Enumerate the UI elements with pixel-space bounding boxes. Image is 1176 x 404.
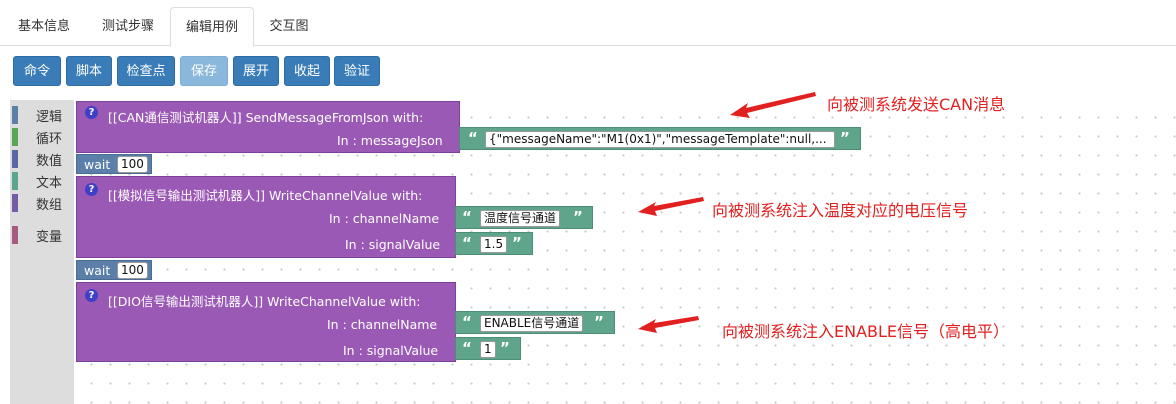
annotation-arrow-icon [638, 316, 699, 333]
annotation-arrow-icon [638, 197, 704, 216]
annotation-can-message: 向被测系统发送CAN消息 [827, 95, 1006, 114]
annotation-voltage-signal: 向被测系统注入温度对应的电压信号 [712, 201, 969, 220]
annotation-arrows [638, 92, 816, 333]
annotation-enable-signal: 向被测系统注入ENABLE信号（高电平） [722, 322, 1010, 341]
annotation-arrow-icon [730, 92, 816, 118]
